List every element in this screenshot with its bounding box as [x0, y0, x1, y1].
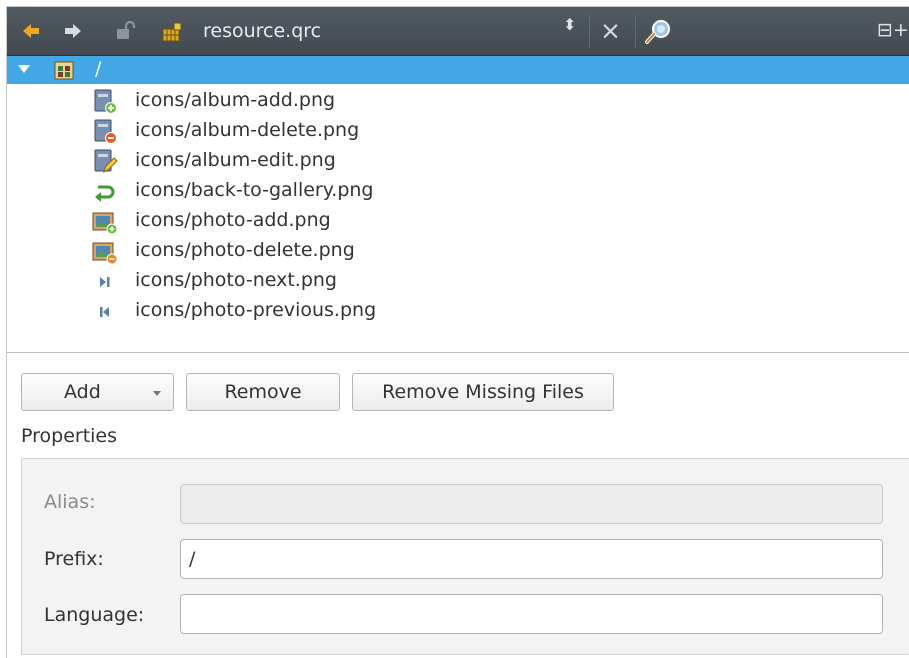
file-label: icons/photo-next.png: [135, 269, 337, 291]
prefix-label: Prefix:: [44, 548, 104, 570]
photo-previous-icon: [100, 307, 109, 317]
file-row[interactable]: icons/photo-delete.png: [7, 236, 909, 266]
back-arrow-icon[interactable]: [21, 21, 41, 41]
file-label: icons/photo-delete.png: [135, 239, 355, 261]
file-label: icons/back-to-gallery.png: [135, 179, 374, 201]
file-row[interactable]: icons/album-add.png: [7, 86, 909, 116]
album-edit-icon: [94, 149, 118, 174]
language-field[interactable]: [180, 594, 883, 634]
album-delete-icon: [94, 119, 117, 144]
tree-root-prefix[interactable]: /: [7, 56, 909, 84]
file-row[interactable]: icons/photo-next.png: [7, 266, 909, 296]
file-label: icons/album-add.png: [135, 89, 336, 111]
forward-arrow-icon[interactable]: [63, 21, 83, 41]
toolbar-separator: [635, 15, 636, 48]
language-label: Language:: [44, 604, 145, 626]
add-button-label: Add: [64, 381, 101, 403]
file-label: icons/album-edit.png: [135, 149, 336, 171]
file-label: icons/photo-previous.png: [135, 299, 377, 321]
editor-toolbar: resource.qrc ⬍ × ⊟+: [7, 7, 909, 56]
remove-missing-files-button[interactable]: Remove Missing Files: [352, 373, 614, 411]
expand-arrow-icon[interactable]: [18, 65, 30, 73]
toolbar-separator: [589, 15, 590, 48]
file-row[interactable]: icons/album-edit.png: [7, 146, 909, 176]
updown-icon[interactable]: ⬍: [563, 17, 576, 33]
prefix-field[interactable]: [180, 539, 883, 579]
file-row[interactable]: icons/photo-previous.png: [7, 296, 909, 326]
file-row[interactable]: icons/album-delete.png: [7, 116, 909, 146]
album-add-icon: [94, 89, 117, 114]
photo-delete-icon: [92, 242, 118, 265]
photo-next-icon: [100, 277, 110, 287]
remove-button[interactable]: Remove: [186, 373, 340, 411]
alias-label: Alias:: [44, 491, 96, 513]
file-label: icons/photo-add.png: [135, 209, 331, 231]
add-button[interactable]: Add: [21, 373, 174, 411]
chevron-down-icon[interactable]: [153, 391, 161, 396]
back-to-gallery-icon: [95, 185, 115, 202]
resource-editor: resource.qrc ⬍ × ⊟+ / icons/album-add.pn…: [6, 6, 909, 658]
properties-group: Alias: Prefix: Language:: [21, 458, 909, 655]
alias-field[interactable]: [180, 484, 883, 524]
photo-add-icon: [92, 212, 118, 235]
file-row[interactable]: icons/back-to-gallery.png: [7, 176, 909, 206]
prefix-folder-icon: [54, 61, 74, 80]
locate-icon[interactable]: [644, 18, 674, 46]
resource-tree: / icons/album-add.png icons/album-delete…: [7, 56, 909, 353]
file-row[interactable]: icons/photo-add.png: [7, 206, 909, 236]
file-title: resource.qrc: [203, 20, 322, 42]
root-label: /: [95, 58, 102, 80]
properties-title: Properties: [21, 425, 118, 447]
file-label: icons/album-delete.png: [135, 119, 360, 141]
lock-icon[interactable]: [115, 20, 137, 42]
resource-file-icon: [162, 22, 182, 42]
split-icon[interactable]: ⊟+: [877, 18, 909, 42]
close-icon[interactable]: ×: [600, 18, 621, 43]
